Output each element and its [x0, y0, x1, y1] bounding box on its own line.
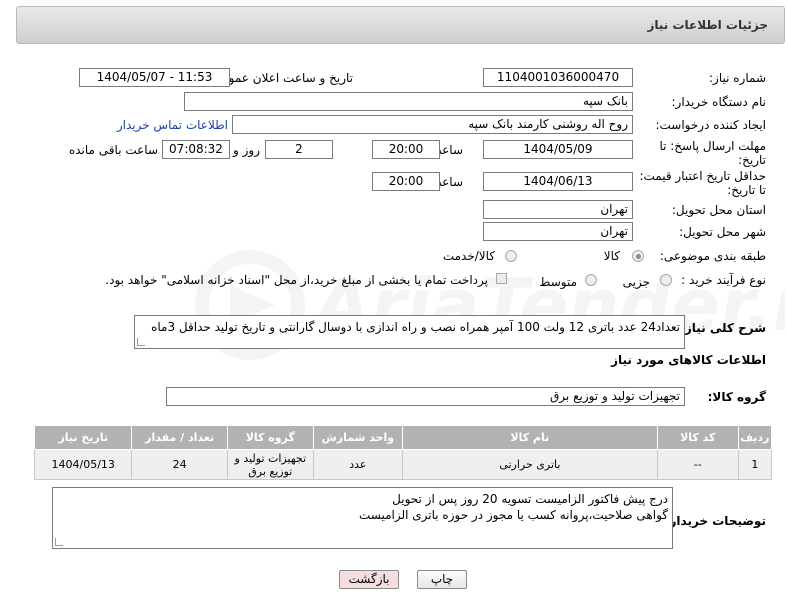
- goods-group-label: گروه کالا:: [707, 390, 766, 404]
- table-row: 1 -- باتری حرارتی عدد تجهیزات تولید و تو…: [33, 449, 773, 480]
- description-field: تعداد24 عدد باتری 12 ولت 100 آمپر همراه …: [134, 315, 685, 349]
- buyer-contact-link[interactable]: اطلاعات تماس خریدار: [117, 118, 228, 132]
- treasury-payment-note: پرداخت تمام یا بخشی از مبلغ خرید،از محل …: [105, 273, 488, 287]
- col-group: گروه کالا: [226, 425, 314, 450]
- price-validity-date-field: 1404/06/13: [483, 172, 633, 191]
- province-field: تهران: [483, 200, 633, 219]
- goods-table: ردیف کد کالا نام کالا واحد شمارش گروه کا…: [33, 425, 773, 480]
- goods-group-field: تجهیزات تولید و توزیع برق: [166, 387, 685, 406]
- cell-code: --: [656, 449, 739, 480]
- category-radio-goods[interactable]: [632, 250, 644, 262]
- col-row: ردیف: [737, 425, 773, 450]
- col-code: کد کالا: [656, 425, 739, 450]
- resize-handle-icon[interactable]: [137, 338, 145, 346]
- col-name: نام کالا: [401, 425, 658, 450]
- cell-name: باتری حرارتی: [401, 449, 658, 480]
- goods-section-title: اطلاعات کالاهای مورد نیاز: [611, 353, 766, 367]
- process-radio-minor[interactable]: [660, 274, 672, 286]
- city-field: تهران: [483, 222, 633, 241]
- remaining-time-field: 07:08:32: [162, 140, 230, 159]
- process-radio-medium[interactable]: [585, 274, 597, 286]
- resize-handle-icon[interactable]: [55, 538, 63, 546]
- col-quantity: تعداد / مقدار: [131, 425, 228, 450]
- process-option-medium: متوسط: [539, 275, 577, 289]
- page: جزئیات اطلاعات نیاز AriaTender.net شماره…: [0, 0, 788, 606]
- buyer-org-field: بانک سپه: [184, 92, 633, 111]
- remaining-time-label: ساعت باقی مانده: [68, 143, 158, 157]
- col-unit: واحد شمارش: [312, 425, 403, 450]
- cell-need-date: 1404/05/13: [33, 449, 133, 480]
- treasury-payment-checkbox[interactable]: [496, 273, 507, 284]
- print-button[interactable]: چاپ: [417, 570, 467, 589]
- cell-row: 1: [737, 449, 773, 480]
- deadline-time-field: 20:00: [372, 140, 440, 159]
- province-label: استان محل تحویل:: [671, 203, 766, 217]
- process-option-minor: جزیی: [622, 275, 650, 289]
- cell-unit: عدد: [312, 449, 403, 480]
- need-number-field: 1104001036000470: [483, 68, 633, 87]
- buyer-notes-label: توضیحات خریدار:: [664, 514, 766, 528]
- category-label: طبقه بندی موضوعی:: [659, 249, 766, 263]
- cell-quantity: 24: [131, 449, 228, 480]
- description-text: تعداد24 عدد باتری 12 ولت 100 آمپر همراه …: [151, 320, 680, 334]
- deadline-label-date: تاریخ:: [738, 153, 766, 167]
- buyer-notes-field: درج پیش فاکتور الزامیست تسویه 20 روز پس …: [52, 487, 673, 549]
- creator-label: ایجاد کننده درخواست:: [655, 118, 766, 132]
- need-number-label: شماره نیاز:: [709, 71, 766, 85]
- days-remaining-field: 2: [265, 140, 333, 159]
- category-radio-goods-service[interactable]: [505, 250, 517, 262]
- buyer-notes-line-2: گواهی صلاحیت،پروانه کسب یا مجوز در حوزه …: [358, 508, 668, 522]
- back-button[interactable]: بازگشت: [339, 570, 399, 589]
- days-label: روز و: [233, 143, 260, 157]
- price-validity-time-field: 20:00: [372, 172, 440, 191]
- deadline-date-field: 1404/05/09: [483, 140, 633, 159]
- price-validity-label: حداقل تاریخ اعتبار قیمت:: [639, 169, 766, 183]
- process-type-label: نوع فرآیند خرید :: [681, 273, 766, 287]
- deadline-label: مهلت ارسال پاسخ: تا: [659, 139, 766, 153]
- cell-group: تجهیزات تولید و توزیع برق: [226, 449, 314, 480]
- page-title: جزئیات اطلاعات نیاز: [647, 18, 768, 32]
- city-label: شهر محل تحویل:: [679, 225, 766, 239]
- category-option-goods-service: کالا/خدمت: [442, 249, 495, 263]
- page-header: جزئیات اطلاعات نیاز: [16, 6, 785, 44]
- col-need-date: تاریخ نیاز: [33, 425, 133, 450]
- buyer-org-label: نام دستگاه خریدار:: [671, 95, 767, 109]
- buyer-notes-line-1: درج پیش فاکتور الزامیست تسویه 20 روز پس …: [392, 492, 668, 506]
- goods-table-header: ردیف کد کالا نام کالا واحد شمارش گروه کا…: [33, 425, 773, 450]
- category-option-goods: کالا: [603, 249, 620, 263]
- price-validity-label-date: تا تاریخ:: [727, 183, 766, 197]
- announce-datetime-field: 1404/05/07 - 11:53: [79, 68, 230, 87]
- creator-field: روح اله روشنی کارمند بانک سپه: [232, 115, 633, 134]
- description-label: شرح کلی نیاز:: [680, 321, 766, 335]
